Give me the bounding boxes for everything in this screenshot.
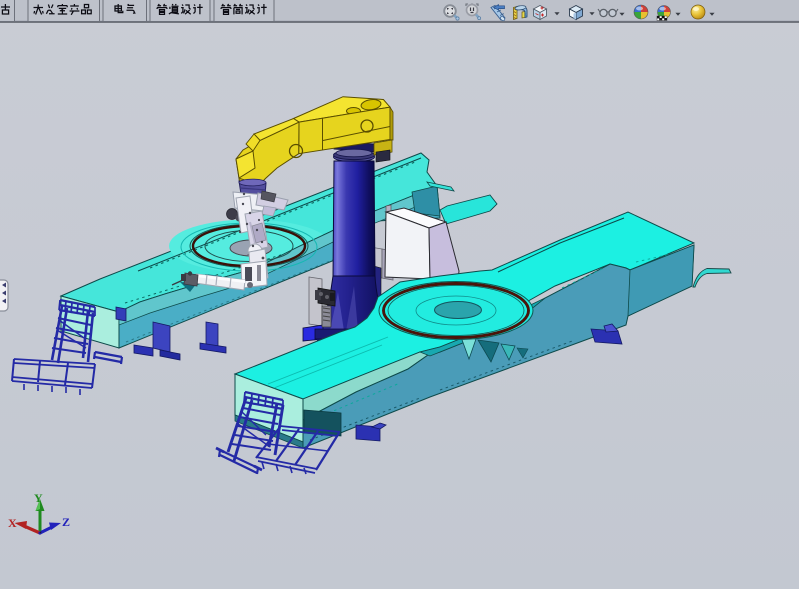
- svg-text:X: X: [8, 516, 17, 530]
- svg-text:Y: Y: [34, 491, 43, 505]
- svg-text:Z: Z: [62, 515, 70, 529]
